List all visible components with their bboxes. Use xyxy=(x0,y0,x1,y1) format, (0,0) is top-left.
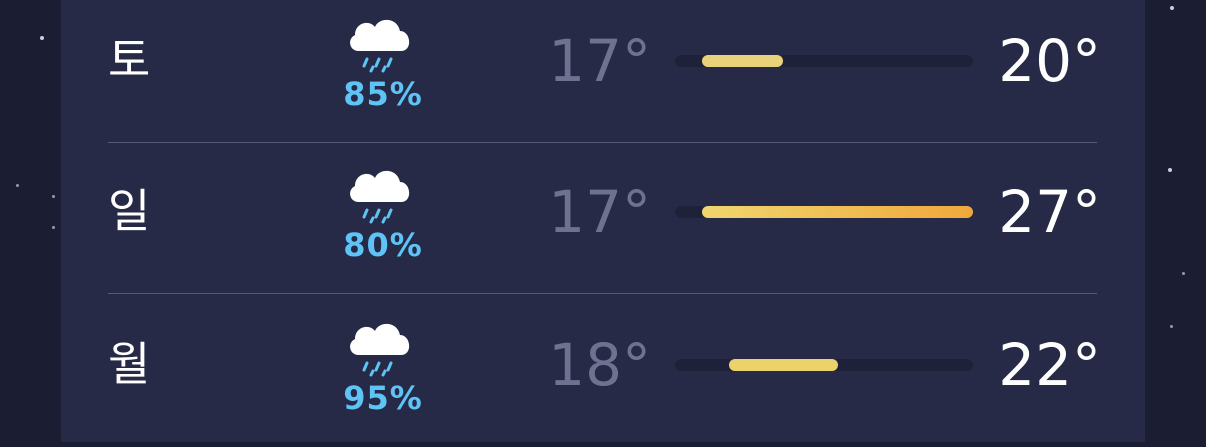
star xyxy=(1182,272,1185,275)
row-divider xyxy=(108,142,1097,143)
temperature-range-bar xyxy=(675,206,973,218)
low-temperature: 18° xyxy=(548,331,651,399)
forecast-row-sunday[interactable]: 일 80% 17° 27° xyxy=(61,144,1145,294)
forecast-row-monday[interactable]: 월 95% 18° 22° xyxy=(61,297,1145,447)
temperature-range-bar xyxy=(675,359,973,371)
star xyxy=(1170,325,1173,328)
day-label: 일 xyxy=(108,184,151,238)
high-temperature: 22° xyxy=(998,331,1101,399)
day-label: 토 xyxy=(108,33,151,87)
precipitation-chance: 80% xyxy=(343,226,423,264)
temperature-range-fill xyxy=(702,55,784,67)
day-label: 월 xyxy=(108,337,151,391)
star xyxy=(52,195,55,198)
high-temperature: 20° xyxy=(998,27,1101,95)
row-divider xyxy=(108,293,1097,294)
daily-forecast-panel: 토 85% 17° 20° 일 80% 17° 27° 월 95% 18° 22… xyxy=(61,0,1145,442)
high-temperature: 27° xyxy=(998,178,1101,246)
rain-cloud-icon xyxy=(350,19,410,73)
precipitation-chance: 95% xyxy=(343,379,423,417)
star xyxy=(1170,6,1174,10)
rain-cloud-icon xyxy=(350,170,410,224)
star xyxy=(52,226,55,229)
star xyxy=(16,184,19,187)
forecast-row-saturday[interactable]: 토 85% 17° 20° xyxy=(61,0,1145,143)
star xyxy=(40,36,44,40)
low-temperature: 17° xyxy=(548,178,651,246)
low-temperature: 17° xyxy=(548,27,651,95)
rain-cloud-icon xyxy=(350,323,410,377)
star xyxy=(1168,168,1172,172)
temperature-range-fill xyxy=(729,359,838,371)
precipitation-chance: 85% xyxy=(343,75,423,113)
temperature-range-fill xyxy=(702,206,973,218)
temperature-range-bar xyxy=(675,55,973,67)
